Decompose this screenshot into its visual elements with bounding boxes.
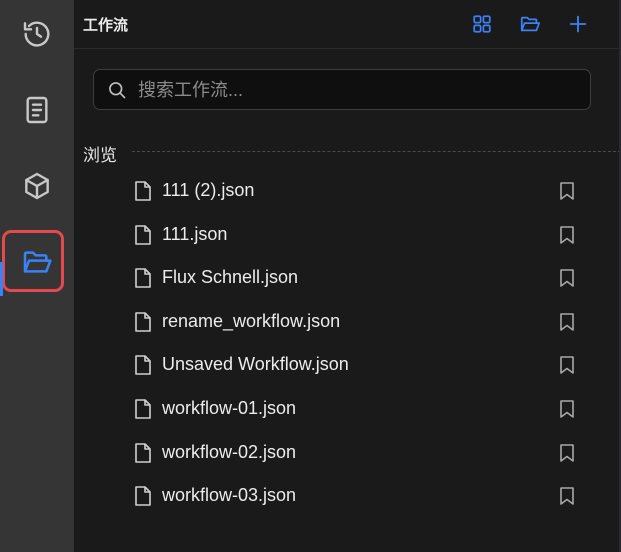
- file-icon: [135, 355, 151, 376]
- bookmark-icon[interactable]: [559, 182, 575, 200]
- history-button[interactable]: [0, 2, 74, 66]
- bookmark-icon[interactable]: [559, 487, 575, 505]
- file-icon: [135, 181, 151, 201]
- file-row[interactable]: workflow-03.json: [74, 474, 621, 518]
- grid-icon: [473, 15, 491, 33]
- grid-view-button[interactable]: [468, 10, 496, 38]
- workflow-file-list: 111 (2).json 111.json Flux Schnell.json …: [74, 169, 621, 518]
- book-icon: [26, 96, 48, 124]
- file-icon: [135, 399, 151, 419]
- search-input[interactable]: [136, 70, 580, 111]
- browse-section-label: 浏览: [83, 146, 117, 165]
- folder-open-icon: [520, 16, 541, 32]
- panel-header: 工作流: [74, 0, 621, 49]
- history-icon: [23, 21, 50, 47]
- file-row[interactable]: workflow-02.json: [74, 431, 621, 475]
- bookmark-icon[interactable]: [559, 312, 575, 331]
- file-name: rename_workflow.json: [162, 310, 341, 331]
- file-row[interactable]: workflow-01.json: [74, 387, 621, 431]
- file-icon: [135, 486, 151, 506]
- sidebar-rail: [0, 0, 74, 552]
- library-button[interactable]: [0, 78, 74, 142]
- bookmark-icon[interactable]: [559, 400, 575, 418]
- section-divider: [132, 151, 621, 152]
- open-folder-button[interactable]: [516, 10, 544, 38]
- workflow-panel: 工作流 浏览: [74, 0, 621, 552]
- file-icon: [135, 268, 151, 288]
- active-indicator: [0, 262, 3, 296]
- bookmark-icon[interactable]: [559, 225, 575, 244]
- new-workflow-button[interactable]: [564, 10, 592, 38]
- file-row[interactable]: 111.json: [74, 213, 621, 257]
- file-icon: [135, 311, 151, 332]
- cube-icon: [25, 172, 49, 200]
- file-name: 111.json: [162, 223, 228, 244]
- bookmark-icon[interactable]: [559, 269, 575, 287]
- file-name: Unsaved Workflow.json: [162, 354, 349, 375]
- file-row[interactable]: 111 (2).json: [74, 169, 621, 213]
- search-box[interactable]: [93, 69, 591, 111]
- file-icon: [135, 224, 151, 245]
- bookmark-icon[interactable]: [559, 356, 575, 375]
- bookmark-icon[interactable]: [559, 443, 575, 462]
- file-name: Flux Schnell.json: [162, 267, 299, 288]
- panel-title: 工作流: [83, 17, 129, 34]
- selection-highlight: [2, 230, 64, 292]
- file-row[interactable]: Flux Schnell.json: [74, 256, 621, 300]
- file-name: 111 (2).json: [162, 180, 255, 200]
- file-name: workflow-03.json: [162, 485, 297, 506]
- search-icon: [109, 82, 126, 99]
- file-row[interactable]: rename_workflow.json: [74, 300, 621, 344]
- file-name: workflow-01.json: [162, 397, 297, 418]
- file-name: workflow-02.json: [162, 441, 297, 462]
- file-row[interactable]: Unsaved Workflow.json: [74, 343, 621, 387]
- file-icon: [135, 442, 151, 463]
- plus-icon: [569, 15, 587, 33]
- models-button[interactable]: [0, 154, 74, 218]
- workflows-button[interactable]: [0, 230, 74, 294]
